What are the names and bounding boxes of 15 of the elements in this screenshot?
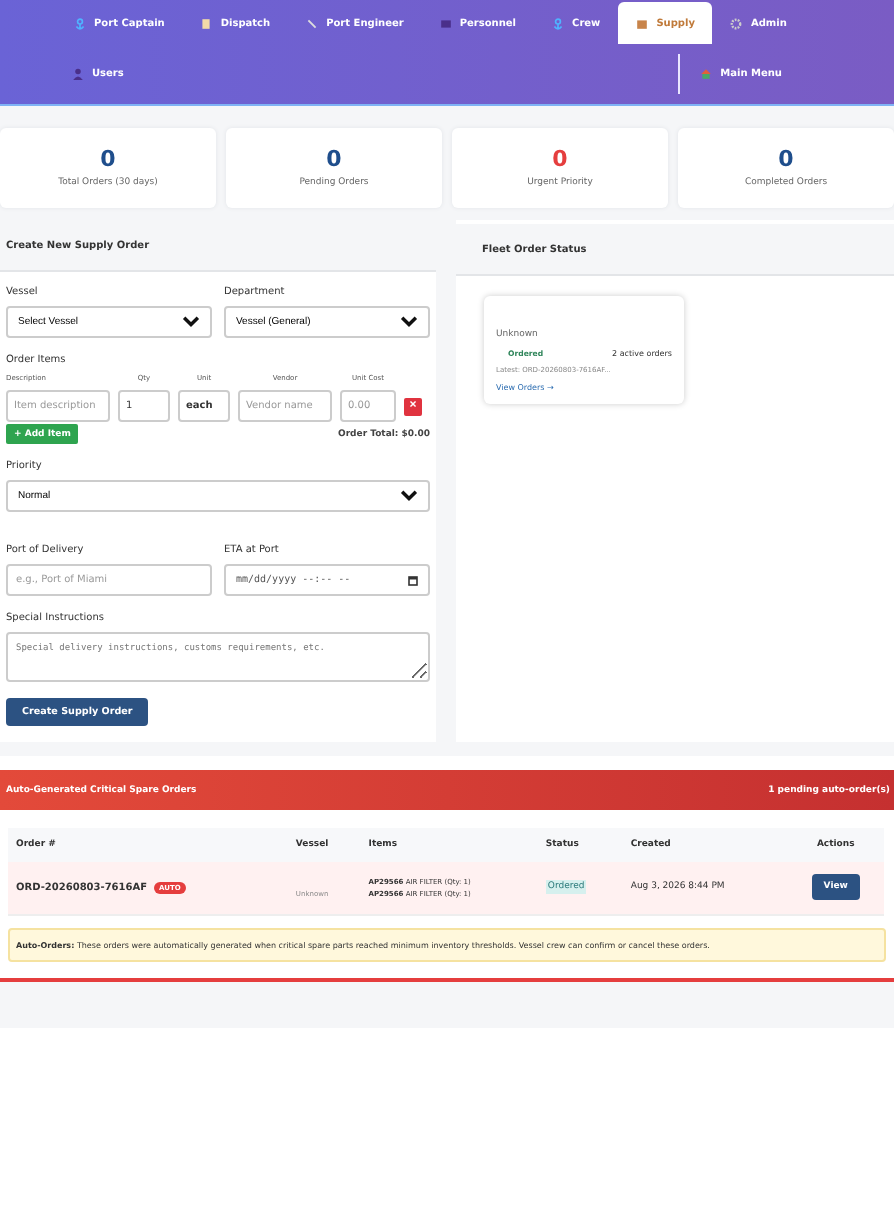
stat-value: 0 — [552, 148, 568, 170]
stat-value: 0 — [326, 148, 342, 170]
chevron-down-icon — [400, 490, 418, 502]
gear-icon — [730, 17, 743, 29]
stat-value: 0 — [778, 148, 794, 170]
stat-value: 0 — [100, 148, 116, 170]
anchor-icon — [74, 17, 86, 29]
calendar-icon — [408, 575, 418, 585]
chevron-down-icon — [400, 316, 418, 328]
user-icon — [72, 68, 84, 81]
box-icon — [636, 17, 649, 29]
chevron-down-icon — [182, 316, 200, 328]
anchor-icon — [552, 17, 565, 29]
clipboard-icon — [200, 17, 213, 29]
house-icon — [700, 68, 713, 81]
